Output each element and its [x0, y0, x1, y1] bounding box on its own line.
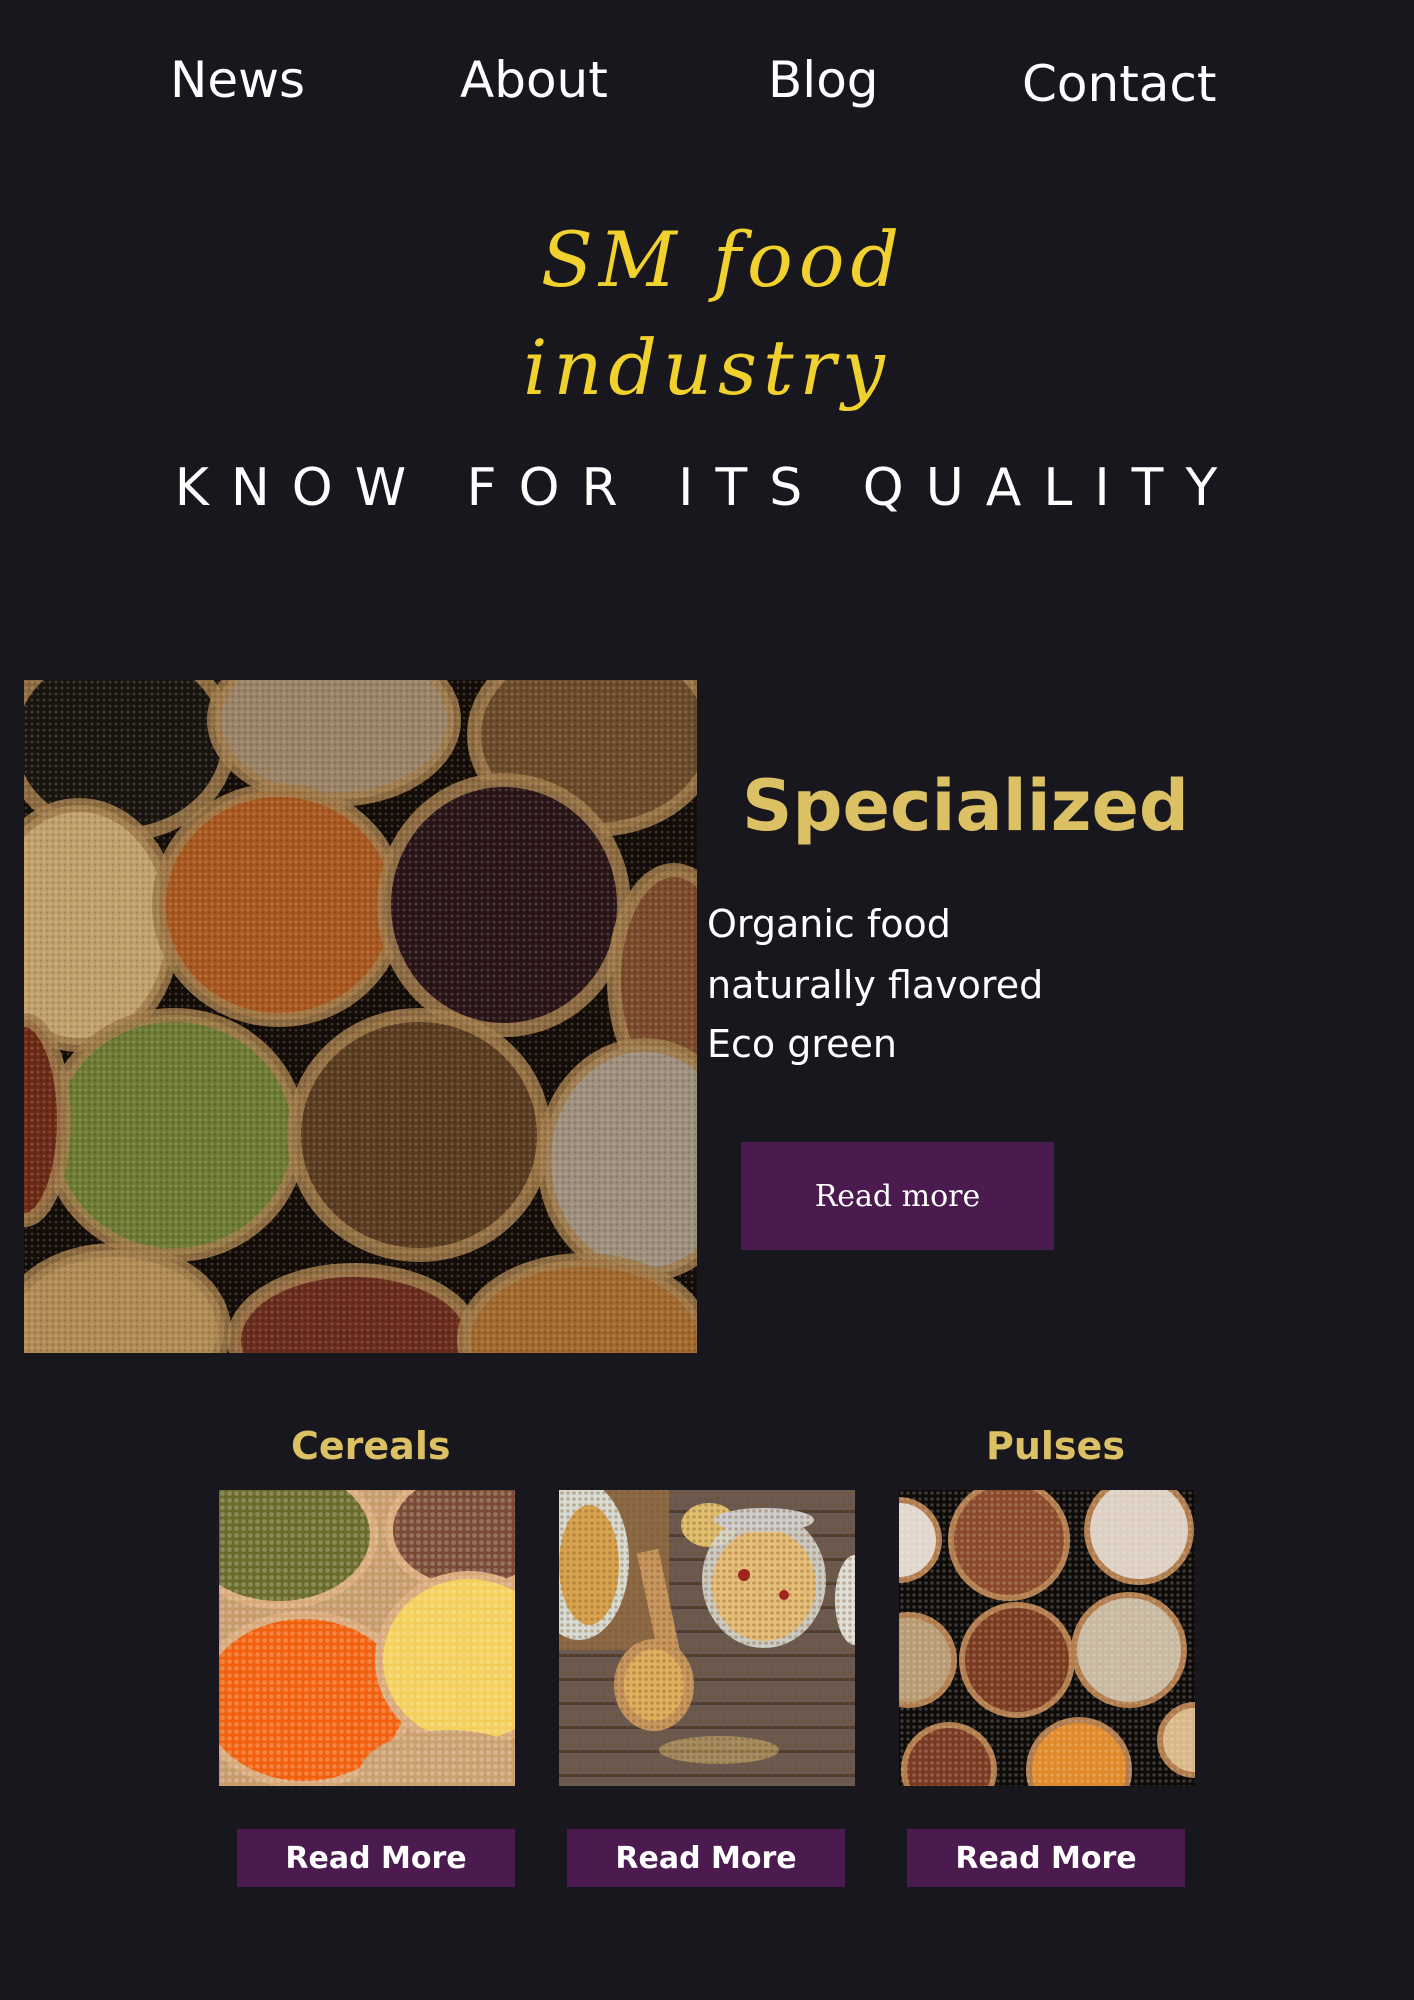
nav-link-contact[interactable]: Contact: [1022, 54, 1217, 114]
feature-eco: Eco green: [707, 1022, 897, 1066]
cereals-read-more-button[interactable]: Read More: [237, 1829, 515, 1887]
hero-grains-image: [24, 680, 697, 1353]
cereals-image: [219, 1490, 515, 1786]
hero-title: Specialized: [742, 765, 1190, 847]
granola-read-more-button[interactable]: Read More: [567, 1829, 845, 1887]
nav-link-about[interactable]: About: [460, 50, 608, 110]
category-title-cereals: Cereals: [291, 1424, 451, 1468]
granola-image: [559, 1490, 855, 1786]
brand-logo-line2: industry: [523, 323, 891, 412]
feature-flavored: naturally flavored: [707, 963, 1044, 1007]
nav-link-blog[interactable]: Blog: [768, 50, 879, 110]
category-title-pulses: Pulses: [986, 1424, 1125, 1468]
tagline: KNOW FOR ITS QUALITY: [174, 458, 1240, 518]
hero-read-more-button[interactable]: Read more: [741, 1142, 1054, 1250]
nav-link-news[interactable]: News: [170, 50, 305, 110]
feature-organic: Organic food: [707, 902, 951, 946]
brand-logo-line1: SM food: [540, 215, 906, 304]
pulses-image: [899, 1490, 1195, 1786]
pulses-read-more-button[interactable]: Read More: [907, 1829, 1185, 1887]
